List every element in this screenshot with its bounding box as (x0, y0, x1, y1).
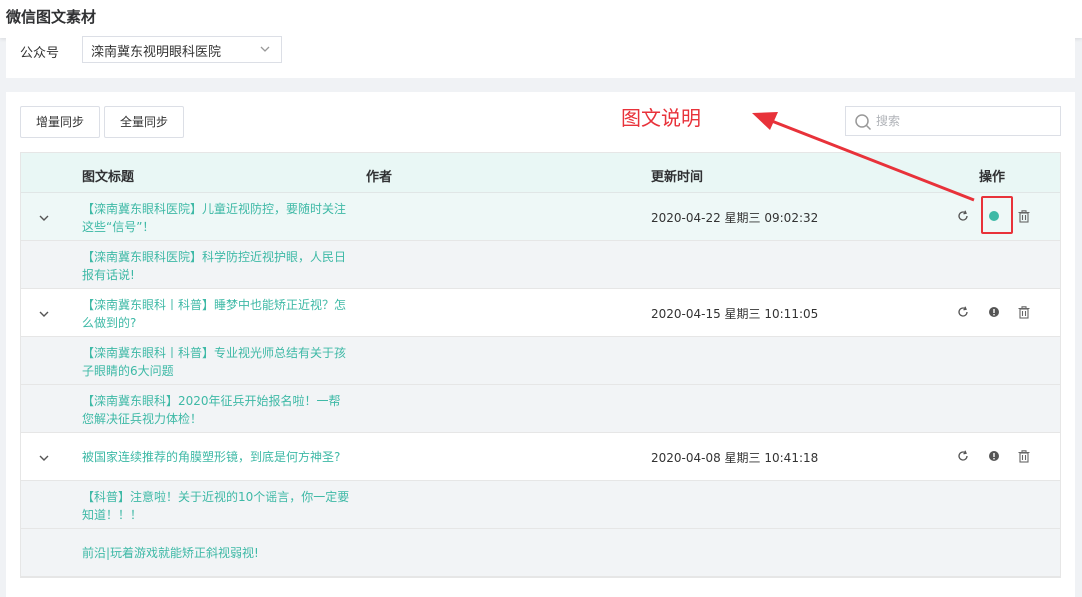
info-icon[interactable] (987, 305, 1001, 319)
account-label: 公众号 (20, 46, 60, 61)
table-row[interactable]: 【滦南冀东眼科】2020年征兵开始报名啦！一帮您解决征兵视力体检！ (21, 385, 1060, 433)
header-ops: 操作 (979, 170, 1006, 185)
article-title[interactable]: 【滦南冀东眼科医院】科学防控近视护眼，人民日报有话说! (82, 248, 352, 284)
table-row[interactable]: 被国家连续推荐的角膜塑形镜，到底是何方神圣? 2020-04-08 星期三 10… (21, 433, 1060, 481)
article-title[interactable]: 【滦南冀东眼科医院】儿童近视防控，要随时关注这些“信号”！ (82, 200, 352, 236)
annotation-label: 图文说明 (621, 106, 701, 130)
article-time: 2020-04-22 星期三 09:02:32 (651, 211, 819, 225)
header-author: 作者 (366, 170, 393, 185)
table-row[interactable]: 【滦南冀东眼科医院】科学防控近视护眼，人民日报有话说! (21, 241, 1060, 289)
filter-card: 公众号 滦南冀东视明眼科医院 (6, 36, 1075, 78)
refresh-icon[interactable] (956, 209, 970, 223)
article-title[interactable]: 【滦南冀东眼科丨科普】睡梦中也能矫正近视？怎么做到的? (82, 296, 352, 332)
article-title[interactable]: 【科普】注意啦！关于近视的10个谣言，你一定要知道！！！ (82, 488, 352, 524)
material-table: 图文标题 作者 更新时间 操作 【滦南冀东眼科医院】儿童近视防控，要随时关注这些… (20, 152, 1061, 578)
article-title[interactable]: 【滦南冀东眼科】2020年征兵开始报名啦！一帮您解决征兵视力体检！ (82, 392, 352, 428)
refresh-icon[interactable] (956, 305, 970, 319)
chevron-down-icon[interactable] (37, 211, 51, 225)
article-time: 2020-04-08 星期三 10:41:18 (651, 451, 819, 465)
annotation-highlight-box (981, 196, 1013, 234)
full-sync-button[interactable]: 全量同步 (104, 106, 184, 138)
table-row[interactable]: 【滦南冀东眼科丨科普】专业视光师总结有关于孩子眼睛的6大问题 (21, 337, 1060, 385)
article-title[interactable]: 被国家连续推荐的角膜塑形镜，到底是何方神圣? (82, 448, 352, 466)
search-icon (855, 114, 872, 131)
page-title: 微信图文素材 (6, 8, 97, 26)
incremental-sync-button[interactable]: 增量同步 (20, 106, 100, 138)
table-row[interactable]: 【滦南冀东眼科医院】儿童近视防控，要随时关注这些“信号”！ 2020-04-22… (21, 193, 1060, 241)
article-title[interactable]: 前沿|玩着游戏就能矫正斜视弱视! (82, 544, 352, 562)
refresh-icon[interactable] (956, 449, 970, 463)
chevron-down-icon[interactable] (37, 451, 51, 465)
info-icon[interactable] (987, 449, 1001, 463)
chevron-down-icon[interactable] (37, 307, 51, 321)
article-title[interactable]: 【滦南冀东眼科丨科普】专业视光师总结有关于孩子眼睛的6大问题 (82, 344, 352, 380)
material-card: 增量同步 全量同步 图文说明 图文标题 作者 更新时间 操作 【滦南冀东眼科医院… (6, 92, 1075, 597)
search-input[interactable] (876, 111, 1052, 131)
top-bar: 微信图文素材 (0, 0, 1082, 38)
header-title: 图文标题 (82, 170, 135, 185)
header-updated: 更新时间 (651, 170, 704, 185)
trash-icon[interactable] (1017, 305, 1031, 319)
table-row[interactable]: 【科普】注意啦！关于近视的10个谣言，你一定要知道！！！ (21, 481, 1060, 529)
article-time: 2020-04-15 星期三 10:11:05 (651, 307, 819, 321)
search-box[interactable] (845, 106, 1061, 136)
trash-icon[interactable] (1017, 449, 1031, 463)
account-select-value: 滦南冀东视明眼科医院 (91, 45, 222, 60)
table-row[interactable]: 【滦南冀东眼科丨科普】睡梦中也能矫正近视？怎么做到的? 2020-04-15 星… (21, 289, 1060, 337)
account-select[interactable]: 滦南冀东视明眼科医院 (82, 36, 282, 63)
chevron-down-icon (260, 46, 270, 52)
table-row[interactable]: 前沿|玩着游戏就能矫正斜视弱视! (21, 529, 1060, 577)
table-header: 图文标题 作者 更新时间 操作 (21, 153, 1060, 193)
trash-icon[interactable] (1017, 209, 1031, 223)
